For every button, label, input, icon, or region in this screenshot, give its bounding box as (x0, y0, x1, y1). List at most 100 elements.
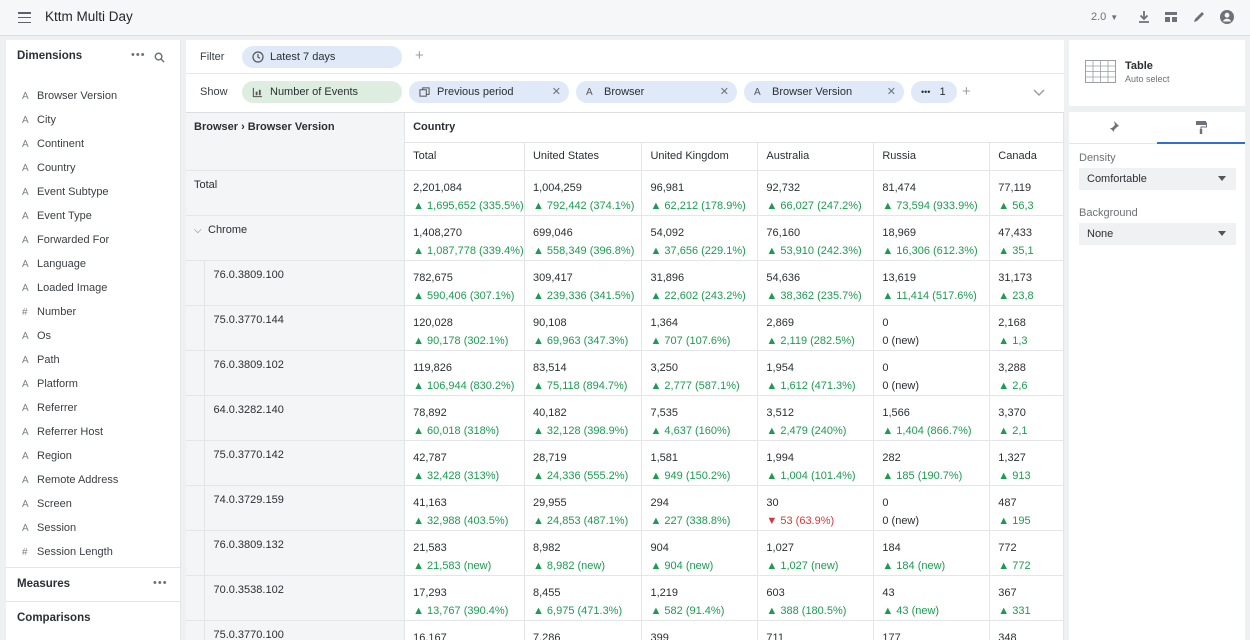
cell-delta: ▲ 195 (998, 514, 1031, 527)
table-row[interactable]: 75.0.3770.142 42,787 ▲ 32,428 (313%) 28,719… (186, 440, 1064, 486)
split-chip-browser-version[interactable]: A Browser Version ✕ (744, 81, 904, 103)
table-cell: 2,168 ▲ 1,3 (989, 305, 1064, 351)
table-row[interactable]: 75.0.3770.100 16,167 7,286 399 711 177 348 (186, 620, 1064, 640)
table-row[interactable]: 76.0.3809.132 21,583 ▲ 21,583 (new) 8,982 ▲ … (186, 530, 1064, 576)
dimension-item[interactable]: A Os (22, 324, 118, 348)
filter-chip-label: Latest 7 days (270, 51, 336, 63)
table-cell: 1,566 ▲ 1,404 (866.7%) (873, 395, 991, 441)
column-header[interactable]: Canada (989, 142, 1064, 171)
dimension-item[interactable]: A Event Type (22, 204, 118, 228)
dimension-label: Session (37, 522, 77, 534)
comparisons-section[interactable]: Comparisons (6, 601, 181, 635)
table-cell: 2,201,084 ▲ 1,695,652 (335.5%) (404, 170, 525, 216)
dimension-item[interactable]: A Browser Version (22, 84, 118, 108)
dimensions-more-icon[interactable]: ••• (131, 49, 146, 61)
dimension-item[interactable]: A Language (22, 252, 118, 276)
dimension-item[interactable]: A Region (22, 444, 118, 468)
background-select[interactable]: None (1079, 223, 1236, 245)
more-splits-chip[interactable]: ••• 1 (911, 81, 957, 103)
dimension-label: Referrer (37, 402, 78, 414)
dimension-item[interactable]: A Session (22, 516, 118, 540)
menu-icon[interactable] (18, 12, 31, 24)
comparison-chip[interactable]: Previous period ✕ (409, 81, 569, 103)
user-icon[interactable] (1219, 9, 1235, 25)
table-row[interactable]: 64.0.3282.140 78,892 ▲ 60,018 (318%) 40,182… (186, 395, 1064, 441)
cell-delta: ▲ 6,975 (471.3%) (532, 604, 623, 617)
cell-delta: ▲ 239,336 (341.5%) (532, 289, 635, 302)
version-select[interactable]: 2.0 ▼ (1091, 11, 1118, 23)
measure-chip-events[interactable]: Number of Events (242, 81, 402, 103)
table-cell: 487 ▲ 195 (989, 485, 1064, 531)
dimension-item[interactable]: A Referrer Host (22, 420, 118, 444)
dimension-item[interactable]: A Platform (22, 372, 118, 396)
table-cell: 184 ▲ 184 (new) (873, 530, 991, 576)
cell-value: 13,619 (882, 271, 917, 284)
filter-chip-time[interactable]: Latest 7 days (242, 46, 402, 68)
table-row[interactable]: 76.0.3809.100 782,675 ▲ 590,406 (307.1%) 30… (186, 260, 1064, 306)
remove-comparison-icon[interactable]: ✕ (552, 85, 561, 98)
table-cell: 83,514 ▲ 75,118 (894.7%) (524, 350, 643, 396)
dimension-item[interactable]: A Event Subtype (22, 180, 118, 204)
tab-format[interactable] (1157, 112, 1245, 144)
column-header[interactable]: United Kingdom (641, 142, 759, 171)
dimension-item[interactable]: # Number (22, 300, 118, 324)
chevron-down-icon[interactable] (1033, 89, 1045, 97)
split-chip-browser[interactable]: A Browser ✕ (576, 81, 737, 103)
dimension-item[interactable]: A Continent (22, 132, 118, 156)
dimension-item[interactable]: A Remote Address (22, 468, 118, 492)
dimension-item[interactable]: A Country (22, 156, 118, 180)
chevron-down-icon[interactable]: ⌵ (194, 225, 208, 236)
visualization-selector[interactable]: Table Auto select (1069, 40, 1245, 106)
table-row[interactable]: Total 2,201,084 ▲ 1,695,652 (335.5%) 1,004,… (186, 170, 1064, 216)
edit-icon[interactable] (1191, 9, 1207, 25)
cell-value: 54,636 (766, 271, 801, 284)
string-type-icon: A (22, 450, 29, 462)
layout-icon[interactable] (1163, 9, 1179, 25)
table-row[interactable]: 76.0.3809.102 119,826 ▲ 106,944 (830.2%) 83… (186, 350, 1064, 396)
table-row[interactable]: 70.0.3538.102 17,293 ▲ 13,767 (390.4%) 8,45… (186, 575, 1064, 621)
cell-value: 29,955 (532, 496, 567, 509)
column-header[interactable]: Russia (873, 142, 991, 171)
density-select[interactable]: Comfortable (1079, 168, 1236, 190)
tab-pin[interactable] (1069, 112, 1157, 144)
page-title: Kttm Multi Day (45, 9, 133, 24)
dimension-item[interactable]: A Forwarded For (22, 228, 118, 252)
table-row[interactable]: 75.0.3770.144 120,028 ▲ 90,178 (302.1%) 90,… (186, 305, 1064, 351)
cell-delta: ▲ 56,3 (998, 199, 1034, 212)
cell-delta: ▲ 1,3 (998, 334, 1028, 347)
cell-delta: ▲ 904 (new) (650, 559, 714, 572)
table-cell: 119,826 ▲ 106,944 (830.2%) (404, 350, 525, 396)
add-split-icon[interactable]: + (962, 83, 971, 100)
download-icon[interactable] (1136, 9, 1152, 25)
filter-label: Filter (200, 51, 225, 63)
search-icon[interactable] (154, 52, 165, 63)
dimension-item[interactable]: A Screen (22, 492, 118, 516)
remove-browser-version-icon[interactable]: ✕ (887, 85, 896, 98)
column-header[interactable]: United States (524, 142, 643, 171)
table-row[interactable]: 74.0.3729.159 41,163 ▲ 32,988 (403.5%) 29,9… (186, 485, 1064, 531)
add-filter-icon[interactable]: + (415, 47, 424, 64)
column-header[interactable]: Australia (757, 142, 875, 171)
dimension-item[interactable]: # Session Length (22, 540, 118, 564)
cell-value: 1,327 (998, 451, 1026, 464)
remove-browser-icon[interactable]: ✕ (720, 85, 729, 98)
cell-delta: 0 (new) (882, 514, 920, 527)
cell-value: 42,787 (413, 451, 447, 464)
cell-delta: ▲ 1,027 (new) (766, 559, 839, 572)
dimension-item[interactable]: A Path (22, 348, 118, 372)
cell-delta: ▲ 90,178 (302.1%) (413, 334, 509, 347)
measures-more-icon[interactable]: ••• (153, 577, 168, 589)
dimension-item[interactable]: A City (22, 108, 118, 132)
cell-value: 83,514 (532, 361, 567, 374)
cell-value: 7,535 (650, 406, 679, 419)
top-bar: Kttm Multi Day 2.0 ▼ (0, 0, 1250, 36)
cell-value: 77,119 (998, 181, 1032, 194)
dimension-item[interactable]: A Loaded Image (22, 276, 118, 300)
measures-section[interactable]: Measures ••• (6, 567, 181, 601)
column-header[interactable]: Total (404, 142, 525, 171)
table-row[interactable]: ⌵ Chrome 1,408,270 ▲ 1,087,778 (339.4%) 699,… (186, 215, 1064, 261)
dimension-item[interactable]: A Referrer (22, 396, 118, 420)
cell-delta: ▲ 772 (998, 559, 1031, 572)
cell-delta: ▲ 35,1 (998, 244, 1034, 257)
string-type-icon: A (22, 282, 29, 294)
